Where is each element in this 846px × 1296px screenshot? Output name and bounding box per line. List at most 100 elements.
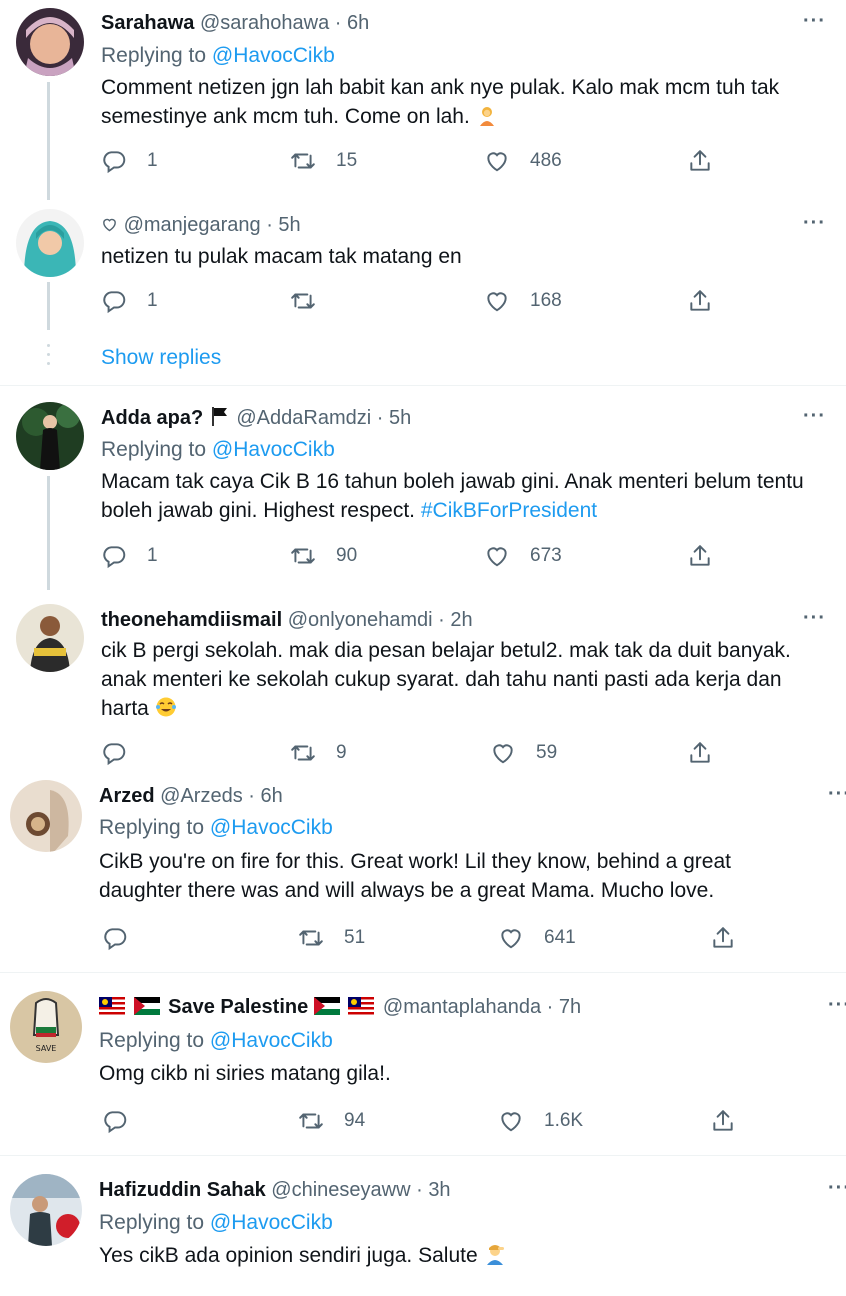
share-icon	[687, 740, 713, 766]
reply-button[interactable]: 1	[101, 286, 158, 316]
mention-link[interactable]: @HavocCikb	[212, 44, 335, 67]
palestine-flag-icon	[313, 997, 340, 1015]
tweet-text: netizen tu pulak macam tak matang en	[101, 242, 462, 271]
handle[interactable]: @manjegarang	[124, 214, 261, 236]
more-icon[interactable]: ···	[828, 1177, 846, 1200]
avatar[interactable]: SAVE	[10, 991, 82, 1063]
tweet-text: Yes cikB ada opinion sendiri juga. Salut…	[99, 1241, 506, 1270]
display-name[interactable]: Save Palestine	[168, 996, 308, 1018]
tweet-text: Comment netizen jgn lah babit kan ank ny…	[101, 73, 779, 131]
handle[interactable]: @chineseyaww	[271, 1179, 410, 1201]
retweet-count: 15	[336, 150, 358, 171]
tweet[interactable]: Arzed @Arzeds · 6h ··· Replying to @Havo…	[0, 770, 846, 972]
display-name[interactable]: Hafizuddin Sahak	[99, 1179, 266, 1201]
action-bar: 9 59	[101, 738, 721, 768]
like-button[interactable]: 673	[484, 541, 562, 571]
tweet[interactable]: theonehamdiismail @onlyonehamdi · 2h ···…	[0, 590, 846, 770]
more-icon[interactable]: ···	[803, 212, 826, 235]
timestamp[interactable]: 7h	[559, 996, 581, 1018]
timestamp[interactable]: 5h	[278, 214, 300, 236]
like-button[interactable]: 59	[490, 738, 557, 768]
mention-link[interactable]: @HavocCikb	[212, 438, 335, 461]
retweet-button[interactable]: 51	[298, 923, 365, 953]
reply-button[interactable]	[101, 738, 127, 768]
handle[interactable]: @AddaRamdzi	[236, 407, 371, 429]
person-shrugging-emoji-icon	[479, 107, 494, 126]
avatar[interactable]	[10, 1174, 82, 1246]
reply-button[interactable]: 1	[101, 541, 158, 571]
show-replies-link[interactable]: Show replies	[101, 346, 221, 370]
share-button[interactable]	[687, 738, 713, 768]
retweet-icon	[290, 148, 316, 174]
tweet-text: Omg cikb ni siries matang gila!.	[99, 1059, 391, 1088]
reply-count: 1	[147, 290, 158, 311]
retweet-button[interactable]: 94	[298, 1106, 365, 1136]
separator: ·	[438, 609, 445, 631]
tweet-header: Sarahawa @sarahohawa · 6h	[101, 10, 369, 36]
avatar[interactable]	[16, 209, 84, 277]
avatar[interactable]	[10, 780, 82, 852]
tweet-header: Adda apa? @AddaRamdzi · 5h	[101, 405, 411, 431]
share-button[interactable]	[687, 286, 713, 316]
timestamp[interactable]: 5h	[389, 407, 411, 429]
retweet-count: 90	[336, 545, 358, 566]
mention-link[interactable]: @HavocCikb	[210, 1211, 333, 1234]
action-bar: 94 1.6K	[102, 1106, 742, 1136]
like-button[interactable]: 641	[498, 923, 576, 953]
timestamp[interactable]: 6h	[261, 785, 283, 807]
like-button[interactable]: 486	[484, 146, 562, 176]
heart-icon	[484, 148, 510, 174]
retweet-icon	[290, 543, 316, 569]
tweet-header: @manjegarang · 5h	[101, 212, 301, 238]
like-button[interactable]: 168	[484, 286, 562, 316]
mention-link[interactable]: @HavocCikb	[210, 816, 333, 839]
handle[interactable]: @Arzeds	[160, 785, 243, 807]
like-button[interactable]: 1.6K	[498, 1106, 583, 1136]
handle[interactable]: @sarahohawa	[200, 12, 329, 34]
avatar[interactable]	[16, 604, 84, 672]
more-icon[interactable]: ···	[828, 783, 846, 806]
timestamp[interactable]: 3h	[428, 1179, 450, 1201]
more-icon[interactable]: ···	[803, 607, 826, 630]
tweet[interactable]: Sarahawa @sarahohawa · 6h ··· Replying t…	[0, 0, 846, 200]
avatar[interactable]	[16, 402, 84, 470]
hashtag-link[interactable]: #CikBForPresident	[421, 499, 597, 522]
reply-button[interactable]: 1	[101, 146, 158, 176]
like-count: 673	[530, 545, 562, 566]
display-name[interactable]: theonehamdiismail	[101, 609, 282, 631]
timestamp[interactable]: 2h	[450, 609, 472, 631]
retweet-button[interactable]: 9	[290, 738, 347, 768]
mention-link[interactable]: @HavocCikb	[210, 1029, 333, 1052]
more-icon[interactable]: ···	[803, 10, 826, 33]
more-icon[interactable]: ···	[828, 994, 846, 1017]
display-name[interactable]: Sarahawa	[101, 12, 194, 34]
share-button[interactable]	[710, 923, 736, 953]
share-button[interactable]	[687, 146, 713, 176]
tweet[interactable]: @manjegarang · 5h ··· netizen tu pulak m…	[0, 200, 846, 330]
text-line: Comment netizen jgn lah babit kan ank ny…	[101, 76, 780, 99]
tweet-header: theonehamdiismail @onlyonehamdi · 2h	[101, 607, 473, 633]
thread-line	[47, 82, 50, 200]
retweet-button[interactable]	[290, 286, 316, 316]
retweet-button[interactable]: 90	[290, 541, 357, 571]
tweet[interactable]: Hafizuddin Sahak @chineseyaww · 3h ··· R…	[0, 1156, 846, 1296]
palestine-flag-icon	[133, 997, 160, 1015]
timestamp[interactable]: 6h	[347, 12, 369, 34]
thread-line	[47, 476, 50, 590]
more-icon[interactable]: ···	[803, 405, 826, 428]
text-line: boleh jawab gini. Highest respect.	[101, 499, 416, 522]
retweet-icon	[290, 288, 316, 314]
handle[interactable]: @mantaplahanda	[383, 996, 541, 1018]
avatar[interactable]	[16, 8, 84, 76]
share-button[interactable]	[687, 541, 713, 571]
display-name[interactable]: Adda apa?	[101, 407, 203, 429]
tweet[interactable]: Adda apa? @AddaRamdzi · 5h ··· Replying …	[0, 386, 846, 590]
share-button[interactable]	[710, 1106, 736, 1136]
separator: ·	[248, 785, 255, 807]
handle[interactable]: @onlyonehamdi	[288, 609, 433, 631]
reply-button[interactable]	[102, 923, 128, 953]
retweet-button[interactable]: 15	[290, 146, 357, 176]
tweet[interactable]: SAVE Save Palestine @mantaplahanda · 7h …	[0, 973, 846, 1155]
reply-button[interactable]	[102, 1106, 128, 1136]
display-name[interactable]: Arzed	[99, 785, 155, 807]
